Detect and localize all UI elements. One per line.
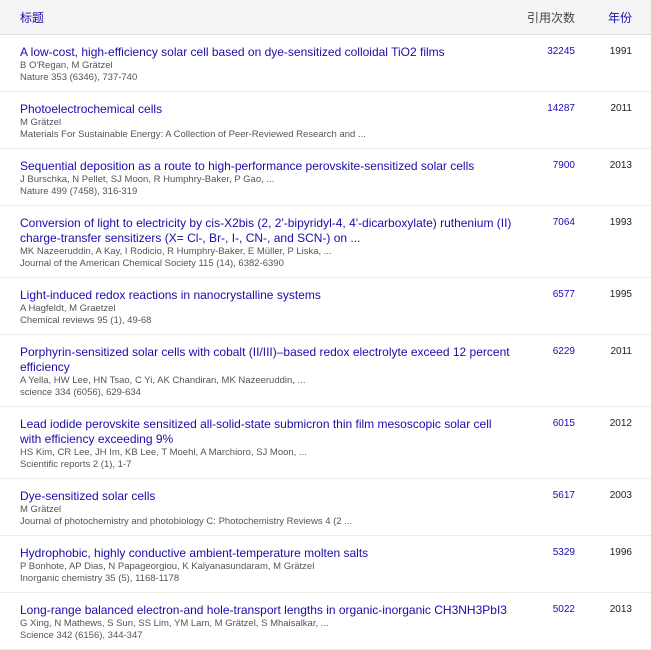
publication-row: A low-cost, high-efficiency solar cell b…: [0, 35, 651, 92]
publication-venue: Nature 499 (7458), 316-319: [20, 186, 138, 197]
publication-year: 1995: [609, 289, 632, 300]
publication-title-link[interactable]: Sequential deposition as a route to high…: [20, 159, 515, 174]
cited-by-count-link[interactable]: 6229: [505, 346, 575, 357]
publication-authors: M Grätzel: [20, 117, 62, 128]
publication-authors: B O'Regan, M Grätzel: [20, 60, 113, 71]
publication-title-link[interactable]: Photoelectrochemical cells: [20, 102, 515, 117]
publication-details: Lead iodide perovskite sensitized all-so…: [0, 407, 515, 478]
publication-venue: Scientific reports 2 (1), 1-7: [20, 459, 132, 470]
publication-venue: Chemical reviews 95 (1), 49-68: [20, 315, 152, 326]
publication-venue: Nature 353 (6346), 737-740: [20, 72, 138, 83]
publication-details: Hydrophobic, highly conductive ambient-t…: [0, 536, 515, 592]
publication-title-link[interactable]: Hydrophobic, highly conductive ambient-t…: [20, 546, 515, 561]
publication-venue: Journal of photochemistry and photobiolo…: [20, 516, 353, 527]
publication-details: Long-range balanced electron-and hole-tr…: [0, 593, 515, 649]
cited-by-count-link[interactable]: 14287: [505, 103, 575, 114]
cited-by-count-link[interactable]: 32245: [505, 46, 575, 57]
publication-authors: A Yella, HW Lee, HN Tsao, C Yi, AK Chand…: [20, 375, 306, 386]
publication-details: Conversion of light to electricity by ci…: [0, 206, 515, 277]
publication-row: Conversion of light to electricity by ci…: [0, 206, 651, 278]
publication-row: Sequential deposition as a route to high…: [0, 149, 651, 206]
table-header: 标题 引用次数 年份: [0, 0, 651, 35]
publication-row: Lead iodide perovskite sensitized all-so…: [0, 407, 651, 479]
publication-row: Photoelectrochemical cells M Grätzel Mater…: [0, 92, 651, 149]
publication-year: 2003: [609, 490, 632, 501]
publication-list: A low-cost, high-efficiency solar cell b…: [0, 35, 651, 650]
cited-by-column-header[interactable]: 引用次数: [505, 9, 575, 26]
cited-by-count-link[interactable]: 5617: [505, 490, 575, 501]
publication-title-link[interactable]: Light-induced redox reactions in nanocry…: [20, 288, 515, 303]
cited-by-count-link[interactable]: 6577: [505, 289, 575, 300]
publication-year: 1993: [609, 217, 632, 228]
publication-details: A low-cost, high-efficiency solar cell b…: [0, 35, 515, 91]
year-column-header[interactable]: 年份: [590, 9, 632, 26]
publication-authors: J Burschka, N Pellet, SJ Moon, R Humphry…: [20, 174, 275, 185]
publication-details: Light-induced redox reactions in nanocry…: [0, 278, 515, 334]
publication-title-link[interactable]: Dye-sensitized solar cells: [20, 489, 515, 504]
publication-title-link[interactable]: Long-range balanced electron-and hole-tr…: [20, 603, 515, 618]
publication-title-link[interactable]: Conversion of light to electricity by ci…: [20, 216, 515, 246]
publication-row: Long-range balanced electron-and hole-tr…: [0, 593, 651, 650]
title-column-header[interactable]: 标题: [20, 9, 44, 26]
publication-authors: M Grätzel: [20, 504, 62, 515]
publication-venue: science 334 (6056), 629-634: [20, 387, 141, 398]
publication-row: Hydrophobic, highly conductive ambient-t…: [0, 536, 651, 593]
publication-row: Light-induced redox reactions in nanocry…: [0, 278, 651, 335]
publication-details: Porphyrin-sensitized solar cells with co…: [0, 335, 515, 406]
publication-venue: Materials For Sustainable Energy: A Coll…: [20, 129, 366, 140]
publication-authors: MK Nazeeruddin, A Kay, I Rodicio, R Hump…: [20, 246, 332, 257]
publication-venue: Inorganic chemistry 35 (5), 1168-1178: [20, 573, 180, 584]
cited-by-count-link[interactable]: 7900: [505, 160, 575, 171]
publication-details: Photoelectrochemical cells M Grätzel Mater…: [0, 92, 515, 148]
publication-year: 2011: [610, 346, 632, 357]
publication-venue: Journal of the American Chemical Society…: [20, 258, 284, 269]
cited-by-count-link[interactable]: 5022: [505, 604, 575, 615]
publication-title-link[interactable]: Porphyrin-sensitized solar cells with co…: [20, 345, 515, 375]
publication-details: Dye-sensitized solar cells M Grätzel Journ…: [0, 479, 515, 535]
cited-by-count-link[interactable]: 6015: [505, 418, 575, 429]
publication-year: 1996: [609, 547, 632, 558]
publication-venue: Science 342 (6156), 344-347: [20, 630, 143, 641]
publication-year: 2013: [609, 160, 632, 171]
cited-by-count-link[interactable]: 7064: [505, 217, 575, 228]
publications-table: 标题 引用次数 年份 A low-cost, high-efficiency s…: [0, 0, 651, 650]
publication-details: Sequential deposition as a route to high…: [0, 149, 515, 205]
publication-authors: P Bonhote, AP Dias, N Papageorgiou, K Ka…: [20, 561, 315, 572]
publication-year: 1991: [609, 46, 632, 57]
publication-row: Dye-sensitized solar cells M Grätzel Journ…: [0, 479, 651, 536]
publication-authors: G Xing, N Mathews, S Sun, SS Lim, YM Lam…: [20, 618, 329, 629]
publication-authors: HS Kim, CR Lee, JH Im, KB Lee, T Moehl, …: [20, 447, 307, 458]
publication-authors: A Hagfeldt, M Graetzel: [20, 303, 116, 314]
cited-by-count-link[interactable]: 5329: [505, 547, 575, 558]
publication-year: 2012: [609, 418, 632, 429]
publication-title-link[interactable]: Lead iodide perovskite sensitized all-so…: [20, 417, 515, 447]
publication-year: 2013: [609, 604, 632, 615]
publication-row: Porphyrin-sensitized solar cells with co…: [0, 335, 651, 407]
publication-title-link[interactable]: A low-cost, high-efficiency solar cell b…: [20, 45, 515, 60]
publication-year: 2011: [610, 103, 632, 114]
